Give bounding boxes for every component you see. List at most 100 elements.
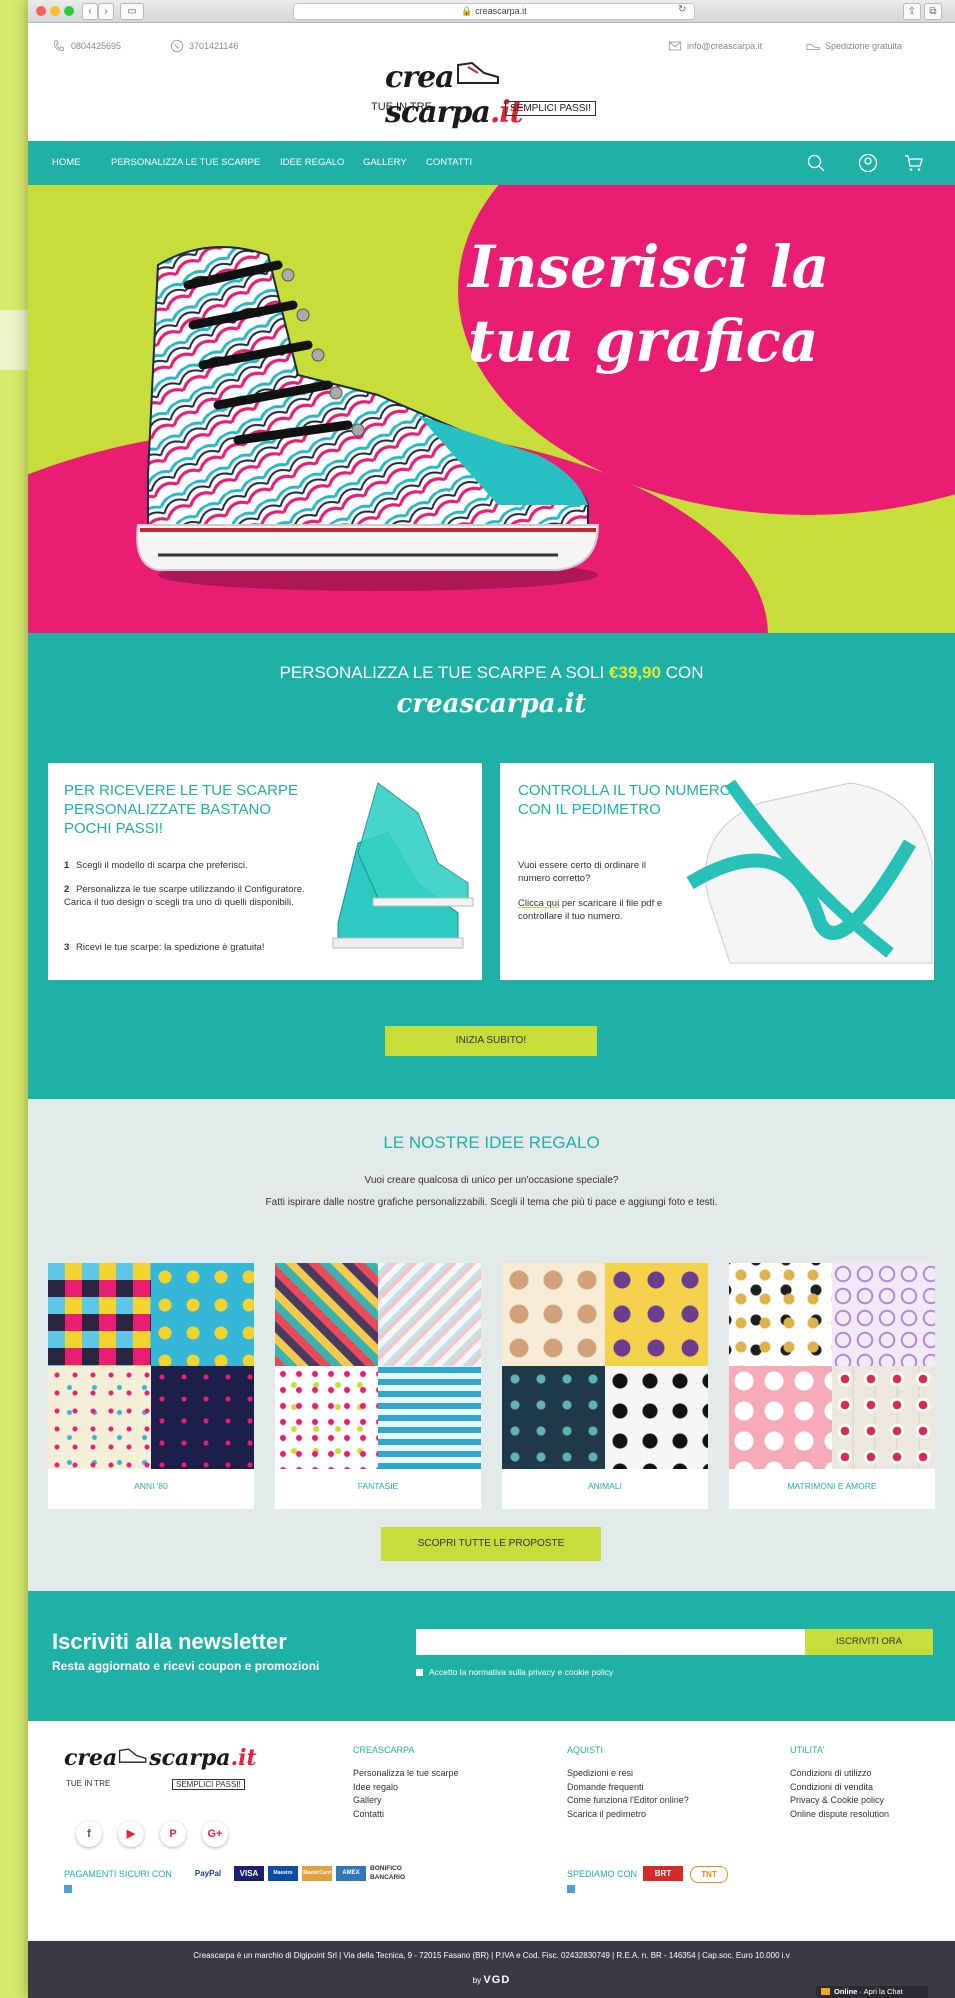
gift-category-card[interactable]: FANTASIE (275, 1263, 481, 1509)
email-contact[interactable]: info@creascarpa.it (668, 39, 762, 53)
minimize-window-button[interactable] (50, 6, 60, 16)
google-plus-icon[interactable]: G+ (202, 1821, 228, 1847)
footer-link[interactable]: Condizioni di utilizzo (790, 1767, 889, 1781)
gift-ideas-section: LE NOSTRE IDEE REGALO Vuoi creare qualco… (28, 1099, 955, 1591)
subscribe-button[interactable]: ISCRIVITI ORA (805, 1629, 933, 1655)
facebook-icon[interactable]: f (76, 1821, 102, 1847)
chat-status: Online (834, 1987, 858, 1996)
footer-link[interactable]: Privacy & Cookie policy (790, 1794, 889, 1808)
gift-category-card[interactable]: MATRIMONI E AMORE (729, 1263, 935, 1509)
gift-category-card[interactable]: ANNI '80 (48, 1263, 254, 1509)
page-background (0, 0, 28, 1998)
footer-column-title: UTILITA' (790, 1745, 825, 1755)
footer-link-list: Spedizioni e resi Domande frequenti Come… (567, 1767, 689, 1821)
brt-badge: BRT (643, 1866, 683, 1881)
footer-logo[interactable]: crea scarpa.it TUE IN TRE SEMPLICI PASSI! (64, 1745, 257, 1805)
gift-category-label: ANNI '80 (134, 1481, 168, 1491)
promo-price: €39,90 (608, 663, 661, 682)
site-header: 0804425695 3701421146 info@creascarpa.it… (28, 23, 955, 141)
cart-icon[interactable] (904, 153, 924, 173)
step-text: Personalizza le tue scarpe utilizzando i… (64, 884, 305, 908)
agency-logo[interactable]: VGD (483, 1974, 510, 1986)
tabs-icon[interactable]: ⧉ (924, 3, 942, 20)
account-icon[interactable] (858, 153, 878, 173)
footer-logo-tag-b: SEMPLICI PASSI! (172, 1779, 245, 1790)
pinterest-icon[interactable]: P (160, 1821, 186, 1847)
credit-by: by (472, 1976, 482, 1985)
maximize-window-button[interactable] (64, 6, 74, 16)
footer-link[interactable]: Contatti (353, 1808, 459, 1822)
hero-banner[interactable]: Inserisci la tua grafica (28, 185, 955, 633)
whatsapp-contact[interactable]: 3701421146 (170, 39, 238, 53)
footer-link[interactable]: Spedizioni e resi (567, 1767, 689, 1781)
footer-logo-brand-b: scarpa (149, 1745, 231, 1771)
consent-label: Accetto la normativa sulla privacy e coo… (429, 1667, 614, 1677)
pattern-tile (832, 1263, 935, 1366)
footer-link[interactable]: Gallery (353, 1794, 459, 1808)
nav-personalizza[interactable]: PERSONALIZZA LE TUE SCARPE (111, 157, 260, 168)
site-logo[interactable]: crea scarpa.it TUE IN TRE SEMPLICI PASSI… (365, 57, 615, 137)
step-item: 1 Scegli il modello di scarpa che preferi… (64, 859, 324, 872)
pattern-tile (275, 1263, 378, 1366)
gift-ideas-line2: Fatti ispirare dalle nostre grafiche per… (265, 1197, 718, 1208)
close-window-button[interactable] (36, 6, 46, 16)
whatsapp-number: 3701421146 (189, 41, 239, 51)
email-address: info@creascarpa.it (687, 41, 763, 51)
step-number: 2 (64, 884, 70, 895)
footer-link[interactable]: Personalizza le tue scarpe (353, 1767, 459, 1781)
footer-link[interactable]: Scarica il pedimetro (567, 1808, 689, 1822)
promo-headline: PERSONALIZZA LE TUE SCARPE A SOLI €39,90… (28, 663, 955, 683)
pattern-tile (151, 1263, 254, 1366)
reload-icon[interactable]: ↻ (678, 4, 686, 15)
step-item: 2 Personalizza le tue scarpe utilizzando … (64, 883, 324, 909)
mastercard-badge: MasterCard (302, 1866, 332, 1881)
sidebar-icon[interactable]: ▭ (120, 3, 144, 20)
promo-headline-text: PERSONALIZZA LE TUE SCARPE A SOLI (279, 663, 605, 682)
hero-title: Inserisci la tua grafica (468, 230, 848, 378)
pattern-tile (832, 1366, 935, 1469)
nav-home[interactable]: HOME (52, 157, 81, 168)
gift-category-card[interactable]: ANIMALI (502, 1263, 708, 1509)
youtube-icon[interactable]: ▶ (118, 1821, 144, 1847)
share-icon[interactable]: ⇧ (903, 3, 921, 20)
consent-checkbox[interactable] (416, 1668, 423, 1676)
footer-sneaker-icon (117, 1745, 149, 1771)
address-bar[interactable]: 🔒 creascarpa.it (293, 3, 695, 20)
gift-ideas-title: LE NOSTRE IDEE REGALO (383, 1133, 600, 1152)
newsletter-title: Iscriviti alla newsletter (52, 1629, 287, 1654)
pattern-tile (729, 1263, 832, 1366)
pattern-tile (502, 1366, 605, 1469)
footer-link[interactable]: Come funziona l'Editor online? (567, 1794, 689, 1808)
nav-gallery[interactable]: GALLERY (363, 157, 407, 168)
search-icon[interactable] (806, 153, 826, 173)
gift-category-label: MATRIMONI E AMORE (787, 1481, 877, 1491)
newsletter-section: Iscriviti alla newsletter Resta aggiorna… (28, 1591, 955, 1721)
forward-icon[interactable]: › (98, 3, 114, 20)
back-icon[interactable]: ‹ (82, 3, 98, 20)
shipping-info[interactable]: Spedizione gratuita (806, 39, 902, 53)
footer-link[interactable]: Condizioni di vendita (790, 1781, 889, 1795)
chat-widget[interactable]: Online · Apri la Chat (816, 1986, 928, 1998)
nav-contatti[interactable]: CONTATTI (426, 157, 472, 168)
payments-label: PAGAMENTI SICURI CON (64, 1869, 172, 1879)
sneaker-logo-icon (454, 57, 502, 95)
privacy-consent[interactable]: Accetto la normativa sulla privacy e coo… (416, 1667, 613, 1677)
footer-link[interactable]: Idee regalo (353, 1781, 459, 1795)
footer-link-list: Condizioni di utilizzo Condizioni di ven… (790, 1767, 889, 1821)
nav-idee-regalo[interactable]: IDEE REGALO (280, 157, 344, 168)
footer-column-title: AQUISTI (567, 1745, 604, 1755)
discover-all-button[interactable]: SCOPRI TUTTE LE PROPOSTE (381, 1527, 601, 1561)
phone-contact[interactable]: 0804425695 (52, 39, 121, 53)
logo-brand-a: crea (385, 60, 455, 95)
site-footer: crea scarpa.it TUE IN TRE SEMPLICI PASSI!… (28, 1721, 955, 1923)
pedimetro-link[interactable]: Clicca qui (518, 898, 559, 909)
newsletter-email-input[interactable] (416, 1629, 805, 1655)
info-icon (64, 1885, 72, 1893)
pedimetro-card: CONTROLLA IL TUO NUMERO CON IL PEDIMETRO… (500, 763, 934, 980)
shipping-label: SPEDIAMO CON (567, 1869, 638, 1879)
footer-link[interactable]: Domande frequenti (567, 1781, 689, 1795)
step-text: Ricevi le tue scarpe: la spedizione è gr… (76, 942, 265, 953)
footer-link[interactable]: Online dispute resolution (790, 1808, 889, 1822)
maestro-badge: Maestro (268, 1866, 298, 1881)
start-now-button[interactable]: INIZIA SUBITO! (385, 1026, 597, 1056)
